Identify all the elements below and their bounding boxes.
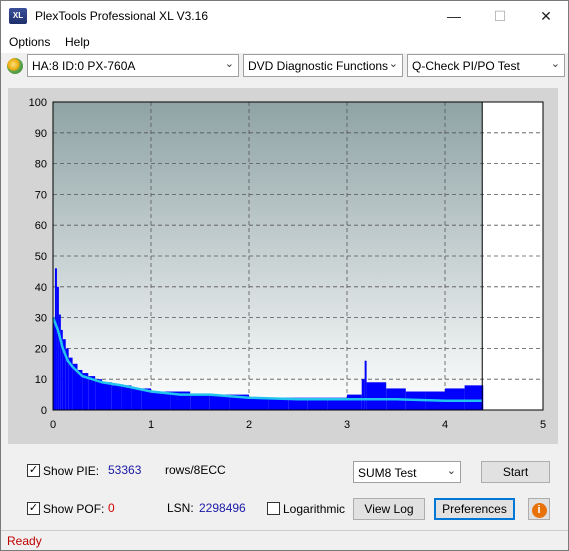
drive-select-value: HA:8 ID:0 PX-760A [32, 59, 136, 73]
chart-bar [54, 268, 57, 410]
chart-bar [88, 376, 96, 410]
maximize-button[interactable]: ☐ [477, 1, 523, 31]
preferences-button[interactable]: Preferences [434, 498, 515, 520]
pie-chart: 0 10 20 30 40 50 60 70 80 90 100 0 1 2 3 4 5 [29, 97, 546, 431]
drive-icon [7, 58, 23, 74]
test-mode-value: SUM8 Test [358, 466, 417, 480]
show-pof-label: Show POF: [43, 502, 105, 516]
chart-bar [111, 385, 122, 410]
function-select[interactable]: DVD Diagnostic Functions ⌄ [243, 54, 403, 77]
menu-help[interactable]: Help [65, 35, 90, 49]
start-button[interactable]: Start [481, 461, 550, 483]
x-tick-label: 3 [344, 419, 350, 431]
chart-bar [95, 379, 102, 410]
test-select-value: Q-Check PI/PO Test [412, 59, 520, 73]
chart-bar [131, 388, 142, 410]
x-tick-label: 4 [442, 419, 448, 431]
y-tick-label: 20 [35, 343, 47, 355]
lsn-value: 2298496 [199, 501, 246, 515]
show-pie-checkbox[interactable]: ✓ [27, 464, 40, 477]
show-pof-checkbox[interactable]: ✓ [27, 502, 40, 515]
unused-area [482, 102, 543, 410]
chart-bar [464, 385, 483, 410]
chart-bar [58, 314, 61, 410]
chevron-down-icon: ⌄ [550, 58, 560, 70]
chevron-down-icon: ⌄ [388, 58, 398, 70]
logarithmic-checkbox[interactable] [267, 502, 280, 515]
menu-options[interactable]: Options [9, 35, 50, 49]
pie-unit-label: rows/8ECC [165, 463, 226, 477]
chart-bar [190, 394, 210, 410]
drive-select[interactable]: HA:8 ID:0 PX-760A ⌄ [27, 54, 239, 77]
logarithmic-label: Logarithmic [283, 502, 346, 516]
title-bar: XL PlexTools Professional XL V3.16 — ☐ ✕ [1, 1, 568, 31]
y-tick-label: 90 [35, 128, 47, 140]
y-tick-label: 100 [29, 97, 47, 109]
y-tick-label: 0 [41, 405, 47, 417]
chart-panel: 0 10 20 30 40 50 60 70 80 90 100 0 1 2 3 4 5 [8, 88, 558, 444]
pof-count-value: 0 [108, 501, 115, 515]
chart-bar [366, 382, 387, 410]
chart-bar [347, 394, 362, 410]
view-log-button[interactable]: View Log [353, 498, 425, 520]
app-logo-icon: XL [9, 8, 27, 24]
chart-bar [364, 360, 367, 410]
y-tick-label: 30 [35, 313, 47, 325]
y-tick-label: 40 [35, 282, 47, 294]
y-tick-label: 60 [35, 220, 47, 232]
x-tick-label: 1 [148, 419, 154, 431]
y-tick-label: 10 [35, 374, 47, 386]
pie-count-value: 53363 [108, 463, 142, 477]
y-tick-label: 70 [35, 189, 47, 201]
minimize-button[interactable]: — [431, 1, 477, 31]
test-mode-select[interactable]: SUM8 Test ⌄ [353, 461, 461, 483]
show-pie-label: Show PIE: [43, 464, 100, 478]
status-text: Ready [7, 534, 42, 548]
info-button[interactable]: i [528, 498, 550, 520]
y-tick-label: 50 [35, 251, 47, 263]
close-button[interactable]: ✕ [523, 1, 569, 31]
x-tick-label: 0 [50, 419, 56, 431]
test-select[interactable]: Q-Check PI/PO Test ⌄ [407, 54, 565, 77]
chart-bar [121, 385, 132, 410]
chart-bar [361, 379, 365, 410]
chart-bar [102, 382, 112, 410]
menu-bar: Options Help [1, 31, 568, 53]
info-icon: i [531, 503, 547, 518]
x-tick-label: 2 [246, 419, 252, 431]
chart-bar [445, 388, 465, 410]
function-select-value: DVD Diagnostic Functions [248, 59, 389, 73]
chevron-down-icon: ⌄ [224, 58, 234, 70]
chart-bar [249, 397, 269, 410]
toolbar: HA:8 ID:0 PX-760A ⌄ DVD Diagnostic Funct… [1, 54, 568, 80]
x-tick-label: 5 [540, 419, 546, 431]
y-tick-label: 80 [35, 159, 47, 171]
chevron-down-icon: ⌄ [446, 465, 456, 477]
app-window: XL PlexTools Professional XL V3.16 — ☐ ✕… [0, 0, 569, 551]
chart-bar [56, 286, 59, 410]
status-bar: Ready [1, 530, 568, 550]
window-title: PlexTools Professional XL V3.16 [35, 9, 208, 23]
lsn-label: LSN: [167, 501, 194, 515]
